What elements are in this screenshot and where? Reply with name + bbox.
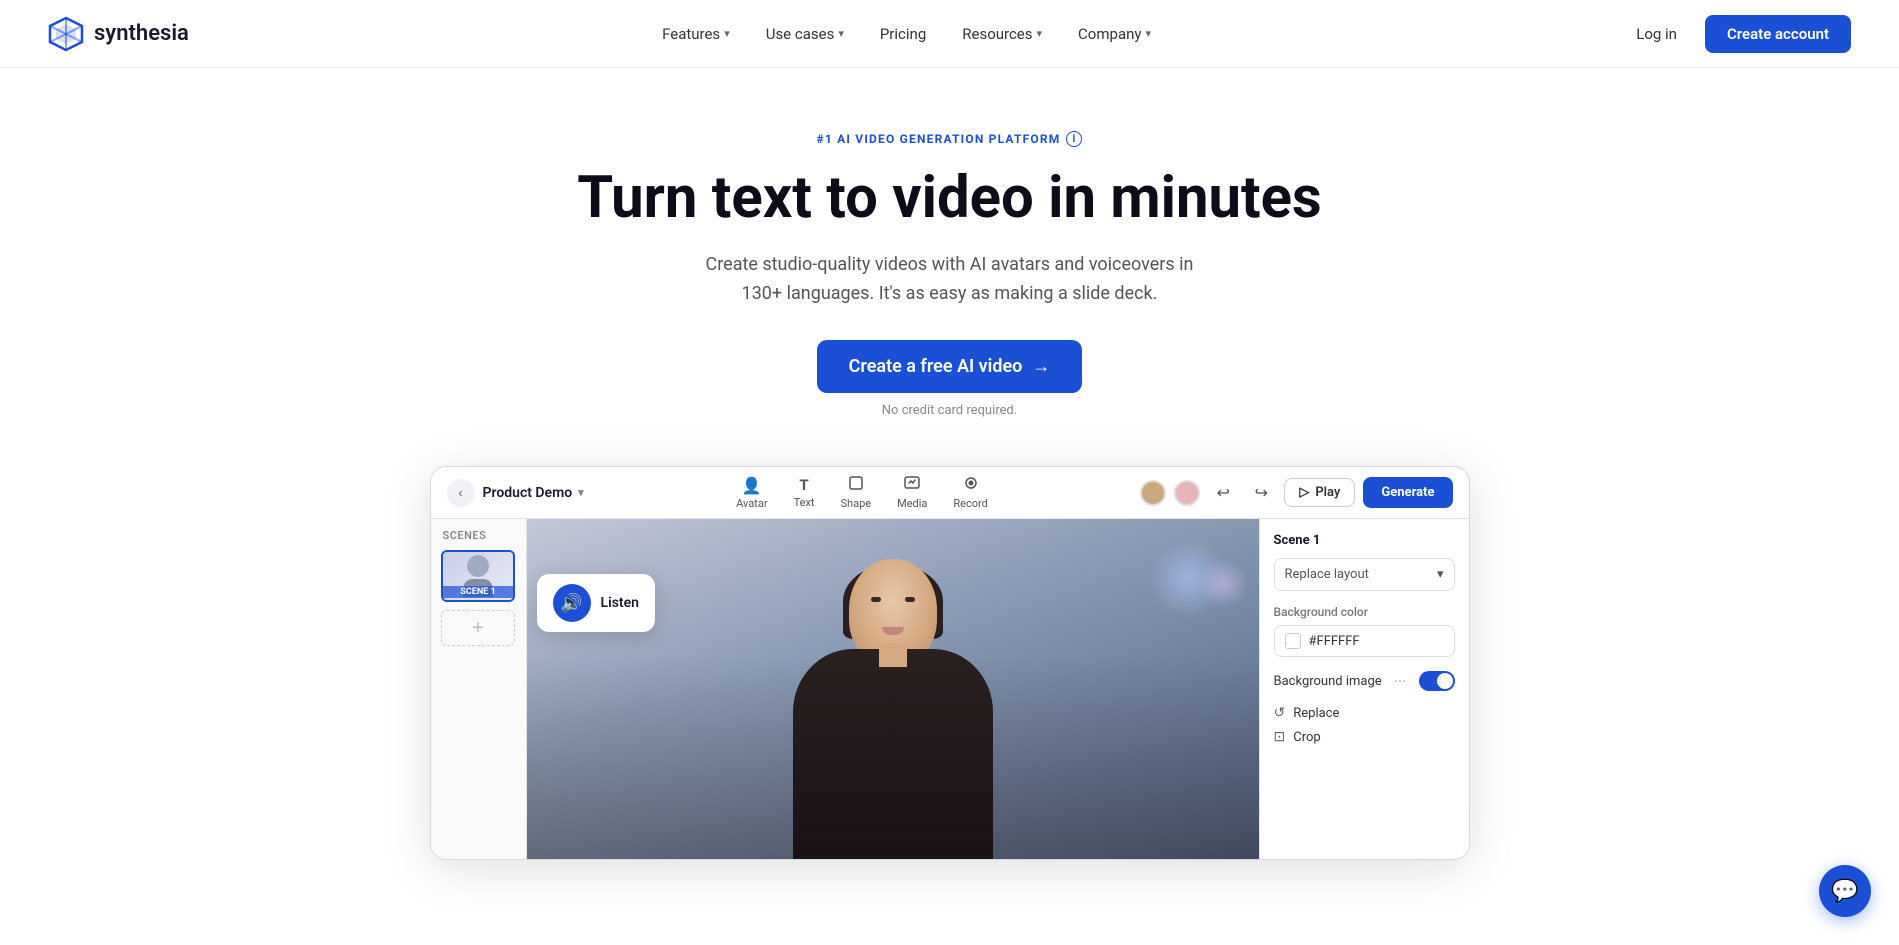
hero-subtitle: Create studio-quality videos with AI ava… (690, 251, 1210, 309)
bg-color-label: Background color (1274, 605, 1455, 619)
text-icon: T (799, 476, 808, 494)
add-scene-icon: + (472, 617, 484, 640)
undo-button[interactable]: ↩ (1208, 478, 1238, 508)
product-body: Scenes SCENE 1 + (431, 519, 1469, 859)
nav-links: Features ▾ Use cases ▾ Pricing Resources… (648, 17, 1165, 51)
right-panel: Scene 1 Replace layout ▾ Background colo… (1259, 519, 1469, 859)
tool-media[interactable]: Media (885, 469, 939, 516)
bg-image-row: Background image ··· (1274, 671, 1455, 691)
create-account-button[interactable]: Create account (1705, 15, 1851, 53)
person-neck (879, 643, 907, 667)
crop-icon: ⊡ (1274, 729, 1286, 745)
nav-use-cases[interactable]: Use cases ▾ (752, 17, 858, 51)
color-dot (1285, 633, 1301, 649)
use-cases-chevron: ▾ (838, 27, 844, 40)
dropdown-chevron-icon: ▾ (1437, 567, 1444, 582)
cta-button[interactable]: Create a free AI video → (817, 340, 1083, 393)
play-icon: ▷ (1299, 485, 1309, 500)
scenes-panel: Scenes SCENE 1 + (431, 519, 527, 859)
add-scene-button[interactable]: + (441, 610, 515, 646)
tool-shape[interactable]: Shape (829, 469, 884, 516)
replace-bg-button[interactable]: ↺ Replace (1274, 701, 1455, 725)
bg-color-field[interactable]: #FFFFFF (1274, 625, 1455, 657)
avatar-icon: 👤 (742, 476, 762, 495)
tool-avatar[interactable]: 👤 Avatar (724, 470, 779, 516)
nav-actions: Log in Create account (1624, 15, 1851, 53)
chat-button[interactable]: 💬 (1819, 865, 1871, 917)
resources-chevron: ▾ (1037, 27, 1043, 40)
scene-1-label: SCENE 1 (443, 586, 513, 598)
color-swatch-1[interactable] (1140, 480, 1166, 506)
panel-section-title: Scene 1 (1274, 533, 1455, 548)
hero-badge: #1 AI VIDEO GENERATION PLATFORM i (817, 131, 1083, 147)
features-chevron: ▾ (724, 27, 730, 40)
scene-1-thumb[interactable]: SCENE 1 (441, 550, 515, 602)
main-canvas: 🔊 Listen (527, 519, 1259, 859)
replace-icon: ↺ (1274, 705, 1286, 721)
color-swatch-2[interactable] (1174, 480, 1200, 506)
tool-record[interactable]: Record (941, 469, 999, 516)
synthesia-logo-icon (48, 16, 84, 52)
product-wrapper: ‹ Product Demo ▾ 👤 Avatar T Text (0, 466, 1899, 860)
nav-resources[interactable]: Resources ▾ (948, 17, 1056, 51)
logo-link[interactable]: synthesia (48, 16, 189, 52)
toolbar-tools: 👤 Avatar T Text Shape Med (724, 469, 1000, 516)
tool-text[interactable]: T Text (782, 470, 827, 515)
bg-image-toggle[interactable] (1419, 671, 1455, 691)
canvas-placeholder (527, 519, 1259, 859)
crop-bg-button[interactable]: ⊡ Crop (1274, 725, 1455, 749)
info-icon: i (1066, 131, 1082, 147)
nav-features[interactable]: Features ▾ (648, 17, 744, 51)
play-button[interactable]: ▷ Play (1284, 478, 1355, 507)
redo-button[interactable]: ↪ (1246, 478, 1276, 508)
toolbar-right: ↩ ↪ ▷ Play Generate (1140, 477, 1452, 508)
product-frame: ‹ Product Demo ▾ 👤 Avatar T Text (430, 466, 1470, 860)
navbar: synthesia Features ▾ Use cases ▾ Pricing… (0, 0, 1899, 68)
person-body (793, 649, 993, 859)
product-toolbar: ‹ Product Demo ▾ 👤 Avatar T Text (431, 467, 1469, 519)
bg-image-label: Background image (1274, 674, 1382, 689)
listen-icon: 🔊 (553, 584, 591, 622)
scenes-label: Scenes (439, 529, 487, 542)
logo-text: synthesia (94, 21, 189, 46)
toolbar-project-name: Product Demo ▾ (483, 485, 584, 501)
generate-button[interactable]: Generate (1363, 477, 1452, 508)
hero-section: #1 AI VIDEO GENERATION PLATFORM i Turn t… (0, 68, 1899, 418)
bg-blur-2 (1199, 559, 1249, 609)
company-chevron: ▾ (1145, 27, 1151, 40)
hero-disclaimer: No credit card required. (20, 403, 1879, 418)
replace-layout-dropdown[interactable]: Replace layout ▾ (1274, 558, 1455, 591)
nav-pricing[interactable]: Pricing (866, 17, 940, 51)
more-options-icon[interactable]: ··· (1394, 672, 1407, 691)
project-chevron-icon: ▾ (578, 486, 584, 499)
shape-icon (848, 475, 864, 495)
media-icon (904, 475, 920, 495)
listen-popup: 🔊 Listen (537, 574, 655, 632)
person-figure (753, 519, 1033, 859)
nav-company[interactable]: Company ▾ (1064, 17, 1165, 51)
hero-title: Turn text to video in minutes (20, 167, 1879, 231)
login-button[interactable]: Log in (1624, 17, 1689, 51)
cta-arrow-icon: → (1032, 356, 1050, 377)
record-icon (963, 475, 979, 495)
listen-text: Listen (601, 595, 639, 611)
chat-icon: 💬 (1831, 878, 1858, 904)
toolbar-back-button[interactable]: ‹ (447, 479, 475, 507)
